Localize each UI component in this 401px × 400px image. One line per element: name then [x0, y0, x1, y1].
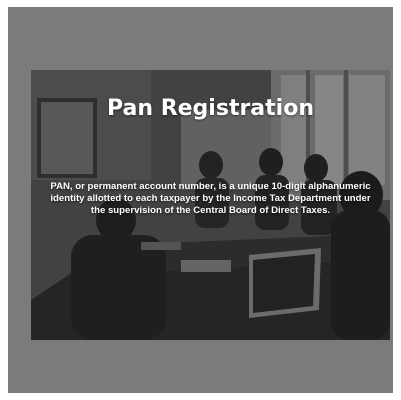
banner-description: PAN, or permanent account number, is a u… — [50, 181, 371, 216]
pan-registration-banner: Pan Registration PAN, or permanent accou… — [31, 70, 390, 340]
banner-title: Pan Registration — [107, 96, 314, 121]
